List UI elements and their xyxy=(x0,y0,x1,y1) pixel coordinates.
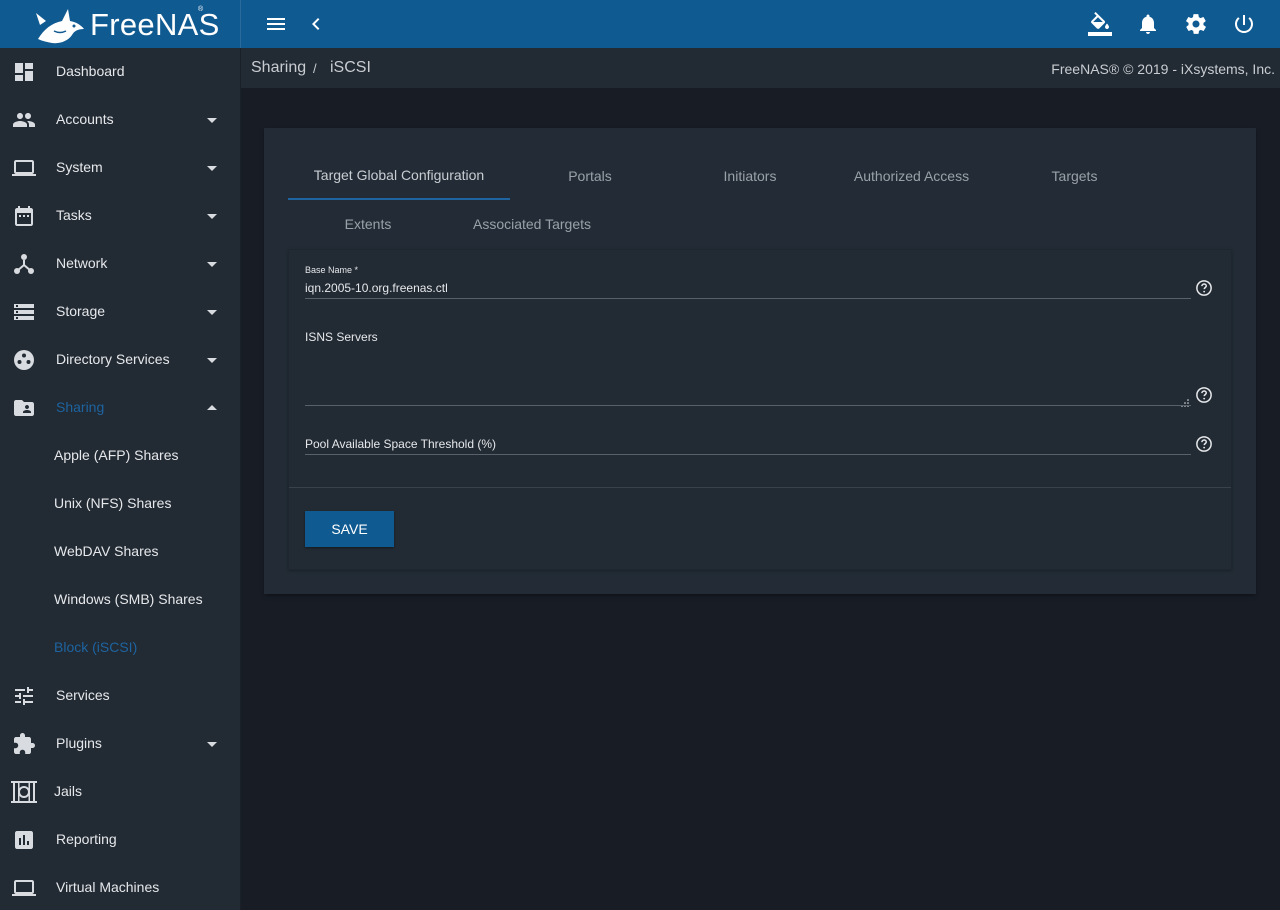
sidebar-subitem-label: Block (iSCSI) xyxy=(54,639,138,655)
caret-down-icon xyxy=(200,204,224,228)
breadcrumb-separator: / xyxy=(313,61,317,76)
caret-down-icon xyxy=(200,732,224,756)
sidebar-subitem-iscsi[interactable]: Block (iSCSI) xyxy=(0,624,240,672)
sidebar-item-sharing[interactable]: Sharing xyxy=(0,384,240,432)
sidebar-subitem-webdav-shares[interactable]: WebDAV Shares xyxy=(0,528,240,576)
target-global-config-form: Base Name * iqn.2005-10.org.freenas.ctl … xyxy=(288,249,1232,570)
sidebar-subitem-label: Unix (NFS) Shares xyxy=(54,495,172,511)
sidebar-subitem-label: Windows (SMB) Shares xyxy=(54,591,203,607)
breadcrumb: Sharing / iSCSI FreeNAS® © 2019 - iXsyst… xyxy=(241,48,1280,88)
sidebar-item-reporting[interactable]: Reporting xyxy=(0,816,240,864)
breadcrumb-current: iSCSI xyxy=(330,59,371,76)
tab-initiators[interactable]: Initiators xyxy=(670,168,830,184)
accounts-people-icon xyxy=(12,108,36,132)
theme-paint-icon[interactable] xyxy=(1088,12,1112,36)
tasks-calendar-icon xyxy=(12,204,36,228)
jails-icon xyxy=(10,780,38,804)
chevron-left-icon[interactable] xyxy=(304,12,328,36)
sidebar-item-storage[interactable]: Storage xyxy=(0,288,240,336)
pool-threshold-input[interactable]: Pool Available Space Threshold (%) xyxy=(305,437,496,451)
sidebar-item-virtual-machines[interactable]: Virtual Machines xyxy=(0,864,240,910)
sidebar-item-label: Services xyxy=(56,687,110,703)
storage-icon xyxy=(12,300,36,324)
sidebar-subitem-label: Apple (AFP) Shares xyxy=(54,447,179,463)
sidebar-item-directory-services[interactable]: Directory Services xyxy=(0,336,240,384)
power-icon[interactable] xyxy=(1232,12,1256,36)
pool-threshold-help-icon[interactable] xyxy=(1195,435,1213,453)
sidebar-item-label: Dashboard xyxy=(56,63,125,79)
save-button[interactable]: SAVE xyxy=(305,511,394,547)
plugins-puzzle-icon xyxy=(12,732,36,756)
directory-services-icon xyxy=(12,348,36,372)
sidebar-item-label: Storage xyxy=(56,303,106,319)
sidebar-item-label: Plugins xyxy=(56,735,102,751)
top-bar: FreeNAS ® xyxy=(0,0,1280,48)
sidebar-item-label: Network xyxy=(56,255,108,271)
sidebar-item-label: Virtual Machines xyxy=(56,879,160,895)
breadcrumb-sharing-link[interactable]: Sharing xyxy=(251,59,306,77)
brand-registered-mark: ® xyxy=(198,6,204,13)
sidebar-item-label: Sharing xyxy=(56,399,105,415)
base-name-help-icon[interactable] xyxy=(1195,279,1213,297)
caret-down-icon xyxy=(200,156,224,180)
tab-extents[interactable]: Extents xyxy=(288,216,448,232)
freenas-shark-logo-icon xyxy=(34,3,86,50)
caret-down-icon xyxy=(200,108,224,132)
services-tune-icon xyxy=(12,684,36,708)
tab-authorized-access[interactable]: Authorized Access xyxy=(830,168,993,184)
sidebar-subitem-nfs-shares[interactable]: Unix (NFS) Shares xyxy=(0,480,240,528)
sidebar-item-system[interactable]: System xyxy=(0,144,240,192)
sidebar-item-accounts[interactable]: Accounts xyxy=(0,96,240,144)
tab-targets[interactable]: Targets xyxy=(993,168,1156,184)
settings-gear-icon[interactable] xyxy=(1184,12,1208,36)
caret-up-icon xyxy=(200,396,224,420)
tab-portals[interactable]: Portals xyxy=(510,168,670,184)
sidebar-item-services[interactable]: Services xyxy=(0,672,240,720)
sidebar-item-label: Accounts xyxy=(56,111,114,127)
sidebar-item-plugins[interactable]: Plugins xyxy=(0,720,240,768)
sidebar-subitem-label: WebDAV Shares xyxy=(54,543,159,559)
sidebar-item-label: Tasks xyxy=(56,207,92,223)
isns-servers-underline xyxy=(305,405,1191,406)
caret-down-icon xyxy=(200,252,224,276)
sidebar-item-label: Directory Services xyxy=(56,351,170,367)
sidebar-item-label: Jails xyxy=(54,783,83,799)
base-name-input[interactable]: iqn.2005-10.org.freenas.ctl xyxy=(305,281,448,295)
sidebar: Dashboard Accounts System Tasks Network … xyxy=(0,48,241,910)
caret-down-icon xyxy=(200,300,224,324)
resize-handle-icon[interactable] xyxy=(1181,394,1189,407)
form-divider xyxy=(289,487,1231,488)
isns-servers-textarea[interactable] xyxy=(305,348,1191,407)
network-icon xyxy=(12,252,36,276)
iscsi-card: Target Global Configuration Portals Init… xyxy=(264,128,1256,594)
brand[interactable]: FreeNAS ® xyxy=(0,0,241,48)
sidebar-subitem-smb-shares[interactable]: Windows (SMB) Shares xyxy=(0,576,240,624)
sidebar-item-label: System xyxy=(56,159,103,175)
virtual-machines-icon xyxy=(12,876,36,900)
dashboard-icon xyxy=(12,60,36,84)
sidebar-item-jails[interactable]: Jails xyxy=(0,768,240,816)
menu-icon[interactable] xyxy=(264,12,288,36)
tab-target-global-configuration[interactable]: Target Global Configuration xyxy=(288,167,510,183)
sidebar-item-tasks[interactable]: Tasks xyxy=(0,192,240,240)
isns-servers-label: ISNS Servers xyxy=(305,330,378,344)
pool-threshold-underline xyxy=(305,454,1191,455)
sidebar-item-label: Reporting xyxy=(56,831,117,847)
notifications-bell-icon[interactable] xyxy=(1136,12,1160,36)
isns-servers-help-icon[interactable] xyxy=(1195,386,1213,404)
sidebar-item-dashboard[interactable]: Dashboard xyxy=(0,48,240,96)
base-name-label: Base Name * xyxy=(305,265,359,275)
tab-associated-targets[interactable]: Associated Targets xyxy=(448,216,616,232)
active-tab-indicator xyxy=(288,198,510,200)
system-laptop-icon xyxy=(12,156,36,180)
sharing-folder-icon xyxy=(12,396,36,420)
base-name-underline xyxy=(305,298,1191,299)
reporting-chart-icon xyxy=(12,828,36,852)
caret-down-icon xyxy=(200,348,224,372)
sidebar-item-network[interactable]: Network xyxy=(0,240,240,288)
sidebar-subitem-afp-shares[interactable]: Apple (AFP) Shares xyxy=(0,432,240,480)
copyright-text: FreeNAS® © 2019 - iXsystems, Inc. xyxy=(1051,61,1275,77)
